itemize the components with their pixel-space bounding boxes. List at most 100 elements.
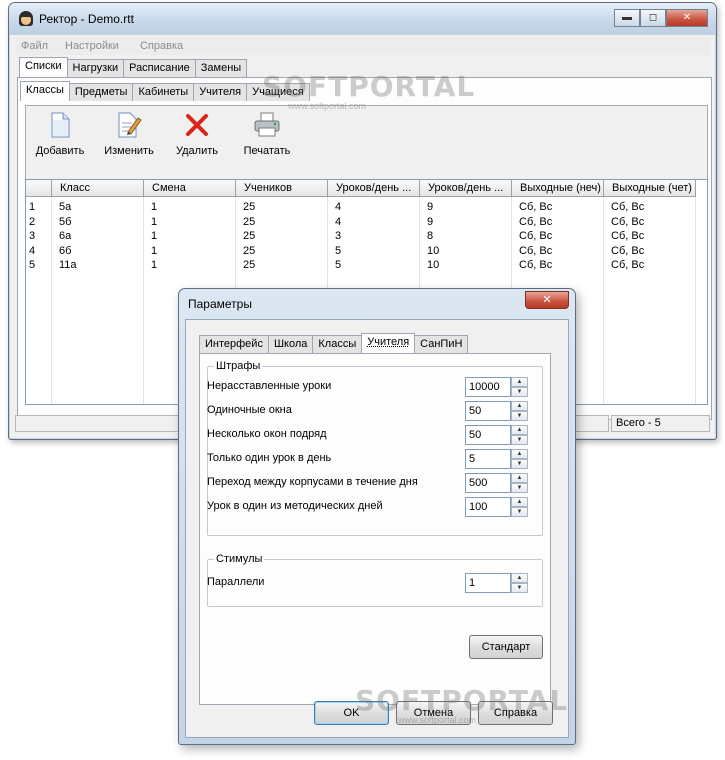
column-header-lessons-max[interactable]: Уроков/день ...	[420, 180, 512, 197]
penalty-input[interactable]	[465, 449, 511, 469]
penalty-spinner[interactable]: ▲▼	[465, 425, 529, 445]
penalty-spinner[interactable]: ▲▼	[465, 377, 529, 397]
spin-up-arrow-icon[interactable]: ▲	[511, 473, 528, 483]
menu-file[interactable]: Файл	[21, 40, 48, 52]
add-label: Добавить	[35, 145, 85, 157]
spin-down-arrow-icon[interactable]: ▼	[511, 387, 528, 397]
column-header-days-off-odd[interactable]: Выходные (неч)	[512, 180, 604, 197]
close-icon[interactable]: ✕	[666, 9, 708, 27]
tab-loads[interactable]: Нагрузки	[66, 59, 125, 77]
spin-down-arrow-icon[interactable]: ▼	[511, 507, 528, 517]
table-cell: 1	[151, 259, 158, 271]
table-cell: Сб, Вс	[611, 215, 645, 228]
table-cell: 4	[29, 244, 36, 257]
stimulus-spinner[interactable]: ▲▼	[465, 573, 529, 593]
dialog-title: Параметры	[188, 297, 252, 311]
tab-teachers[interactable]: Учителя	[193, 83, 248, 101]
tab-rooms[interactable]: Кабинеты	[132, 83, 195, 101]
penalty-input[interactable]	[465, 473, 511, 493]
tab-dialog-teachers[interactable]: Учителя	[361, 333, 416, 353]
table-cell: 10	[427, 244, 440, 257]
penalty-input[interactable]	[465, 377, 511, 397]
spin-down-arrow-icon[interactable]: ▼	[511, 483, 528, 493]
top-tabs: Списки Нагрузки Расписание Замены	[19, 57, 248, 77]
spin-up-arrow-icon[interactable]: ▲	[511, 401, 528, 411]
stimulus-label: Параллели	[207, 576, 265, 588]
table-cell: 25	[243, 215, 256, 228]
penalty-input[interactable]	[465, 497, 511, 517]
menu-settings[interactable]: Настройки	[65, 40, 119, 52]
table-cell: 8	[427, 230, 434, 242]
stimulus-input[interactable]	[465, 573, 511, 593]
help-button[interactable]: Справка	[478, 701, 553, 725]
maximize-icon[interactable]: ◻	[640, 9, 666, 27]
table-header: Класс Смена Учеников Уроков/день ... Уро…	[26, 180, 707, 197]
spin-down-arrow-icon[interactable]: ▼	[511, 435, 528, 445]
delete-button[interactable]: Удалить	[169, 112, 225, 157]
column-header-days-off-even[interactable]: Выходные (чет)	[604, 180, 696, 197]
penalty-input[interactable]	[465, 425, 511, 445]
spin-down-arrow-icon[interactable]: ▼	[511, 459, 528, 469]
table-cell: Сб, Вс	[611, 230, 645, 242]
table-cell: 25	[243, 244, 256, 257]
table-cell: 5	[335, 244, 342, 257]
penalty-spinner[interactable]: ▲▼	[465, 401, 529, 421]
tab-subjects[interactable]: Предметы	[68, 83, 134, 101]
tab-schedule[interactable]: Расписание	[123, 59, 196, 77]
print-button[interactable]: Печатать	[234, 112, 300, 157]
spin-up-arrow-icon[interactable]: ▲	[511, 449, 528, 459]
table-cell: 10	[427, 259, 440, 271]
penalty-input[interactable]	[465, 401, 511, 421]
spin-down-arrow-icon[interactable]: ▼	[511, 583, 528, 593]
penalty-spinner[interactable]: ▲▼	[465, 473, 529, 493]
tab-interface[interactable]: Интерфейс	[199, 335, 269, 353]
column-header-class[interactable]: Класс	[52, 180, 144, 197]
edit-button[interactable]: Изменить	[98, 112, 160, 157]
table-cell: 2	[29, 215, 36, 228]
spin-up-arrow-icon[interactable]: ▲	[511, 377, 528, 387]
column-header-index[interactable]	[26, 180, 52, 197]
column-header-students[interactable]: Учеников	[236, 180, 328, 197]
ok-button[interactable]: OK	[314, 701, 389, 725]
table-cell: 1	[151, 244, 158, 257]
menubar: Файл Настройки Справка	[15, 37, 710, 55]
tab-sanpin[interactable]: СанПиН	[414, 335, 469, 353]
table-cell: 4	[335, 201, 342, 213]
spin-down-arrow-icon[interactable]: ▼	[511, 411, 528, 421]
table-cell: 5	[335, 259, 342, 271]
window-title: Ректор - Demo.rtt	[39, 12, 134, 26]
cancel-button[interactable]: Отмена	[396, 701, 471, 725]
dialog-tabs: Интерфейс Школа Классы Учителя СанПиН	[199, 333, 469, 353]
column-header-lessons-min[interactable]: Уроков/день ...	[328, 180, 420, 197]
tab-lists[interactable]: Списки	[19, 57, 68, 77]
spin-up-arrow-icon[interactable]: ▲	[511, 573, 528, 583]
table-cell: 25	[243, 230, 256, 242]
spin-up-arrow-icon[interactable]: ▲	[511, 497, 528, 507]
column-header-shift[interactable]: Смена	[144, 180, 236, 197]
standard-button[interactable]: Стандарт	[469, 635, 543, 659]
table-cell: 9	[427, 201, 434, 213]
penalty-spinner[interactable]: ▲▼	[465, 497, 529, 517]
delete-x-icon	[186, 114, 208, 136]
table-cell: 6б	[59, 244, 72, 257]
main-titlebar[interactable]: Ректор - Demo.rtt ▬ ◻ ✕	[9, 3, 716, 35]
tab-replacements[interactable]: Замены	[194, 59, 248, 77]
add-button[interactable]: Добавить	[30, 112, 90, 157]
delete-label: Удалить	[176, 145, 218, 157]
minimize-icon[interactable]: ▬	[614, 9, 640, 27]
table-cell: Сб, Вс	[519, 215, 553, 228]
dialog-close-icon[interactable]: ✕	[525, 291, 569, 309]
tab-classes[interactable]: Классы	[20, 81, 70, 101]
spin-up-arrow-icon[interactable]: ▲	[511, 425, 528, 435]
table-cell: 5	[29, 259, 36, 271]
menu-help[interactable]: Справка	[140, 40, 183, 52]
tab-dialog-classes[interactable]: Классы	[312, 335, 363, 353]
tab-students[interactable]: Учащиеся	[246, 83, 310, 101]
penalty-spinner[interactable]: ▲▼	[465, 449, 529, 469]
tab-school[interactable]: Школа	[267, 335, 314, 353]
print-label: Печатать	[243, 145, 291, 157]
edit-label: Изменить	[104, 145, 154, 157]
sub-tabs: Классы Предметы Кабинеты Учителя Учащиес…	[20, 81, 310, 101]
table-cell: 1	[151, 230, 158, 242]
parameters-dialog: Параметры ✕ Интерфейс Школа Классы Учите…	[178, 288, 576, 745]
